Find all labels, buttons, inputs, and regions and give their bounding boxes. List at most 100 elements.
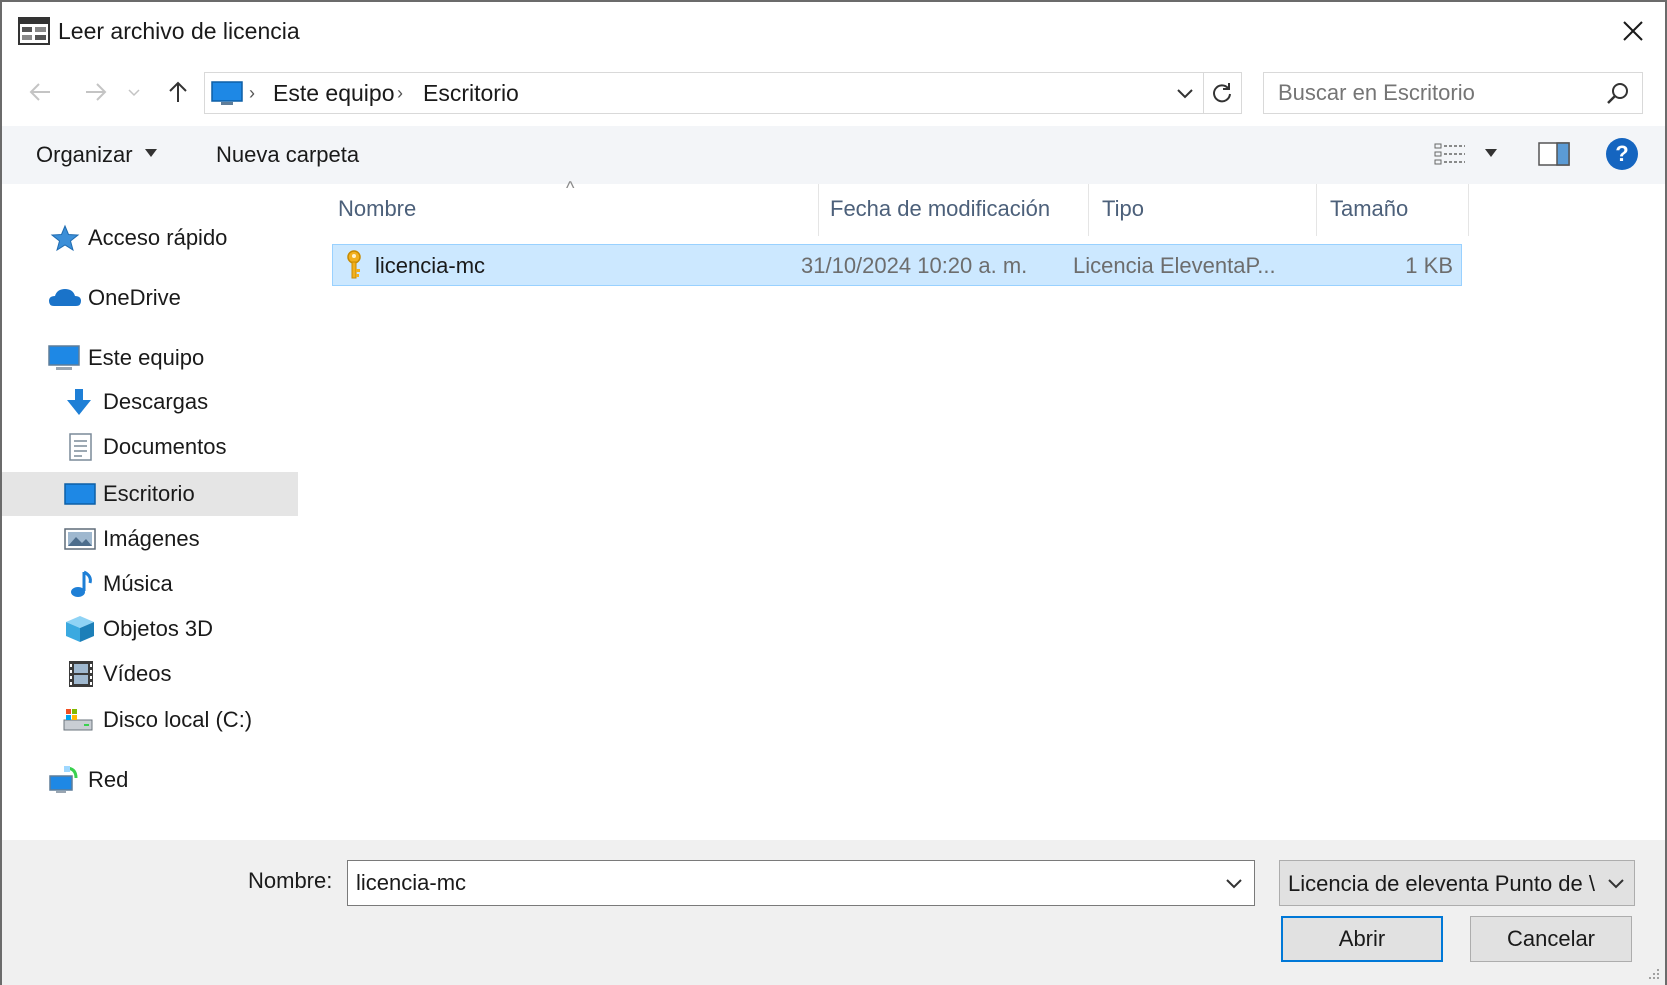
sidebar-item-imagenes[interactable]: Imágenes bbox=[2, 517, 298, 561]
sidebar-item-red[interactable]: Red bbox=[2, 758, 298, 802]
file-type: Licencia EleventaP... bbox=[1073, 253, 1276, 278]
arrow-left-icon bbox=[29, 83, 50, 101]
window-title: Leer archivo de licencia bbox=[58, 18, 300, 44]
sidebar-item-label: Imágenes bbox=[103, 526, 200, 551]
drive-icon bbox=[63, 709, 93, 731]
sidebar-item-onedrive[interactable]: OneDrive bbox=[2, 276, 298, 320]
key-icon bbox=[347, 250, 361, 279]
desktop-icon bbox=[64, 483, 96, 505]
search-input[interactable] bbox=[1264, 73, 1594, 113]
sidebar-item-label: Descargas bbox=[103, 389, 209, 414]
open-button[interactable]: Abrir bbox=[1281, 916, 1443, 962]
address-bar[interactable]: › Este equipo › Escritorio bbox=[204, 72, 1204, 114]
sidebar-item-label: Música bbox=[103, 571, 173, 596]
forward-button[interactable] bbox=[78, 74, 114, 110]
column-header-fecha[interactable]: Fecha de modificación bbox=[830, 196, 1050, 222]
search-icon[interactable] bbox=[1606, 82, 1630, 106]
organize-label: Organizar bbox=[36, 142, 133, 167]
help-icon: ? bbox=[1615, 141, 1629, 166]
new-folder-button[interactable]: Nueva carpeta bbox=[216, 142, 359, 168]
search-box[interactable] bbox=[1263, 72, 1643, 114]
chevron-down-icon[interactable] bbox=[1175, 83, 1195, 103]
navigation-bar: › Este equipo › Escritorio bbox=[2, 64, 1665, 122]
cancel-button[interactable]: Cancelar bbox=[1470, 916, 1632, 962]
caret-down-icon[interactable] bbox=[1484, 148, 1498, 158]
sidebar-item-videos[interactable]: Vídeos bbox=[2, 652, 298, 696]
sidebar-item-escritorio[interactable]: Escritorio bbox=[2, 472, 298, 516]
table-row[interactable]: licencia-mc 31/10/2024 10:20 a. m. Licen… bbox=[332, 244, 1462, 286]
sidebar-item-label: Disco local (C:) bbox=[103, 707, 253, 732]
sidebar-item-label: Objetos 3D bbox=[103, 616, 214, 641]
column-header-tamano[interactable]: Tamaño bbox=[1330, 196, 1408, 222]
filename-input[interactable] bbox=[348, 861, 1208, 905]
back-button[interactable] bbox=[22, 74, 58, 110]
breadcrumb-escritorio[interactable]: Escritorio bbox=[423, 80, 519, 107]
title-bar: Leer archivo de licencia bbox=[2, 2, 1665, 60]
star-icon bbox=[50, 224, 80, 252]
sidebar-item-descargas[interactable]: Descargas bbox=[2, 380, 298, 424]
music-icon bbox=[71, 570, 92, 597]
document-icon bbox=[69, 433, 92, 461]
sidebar-item-objetos-3d[interactable]: Objetos 3D bbox=[2, 607, 298, 651]
file-open-dialog: Leer archivo de licencia › Este equipo ›… bbox=[0, 0, 1667, 985]
sidebar-item-este-equipo[interactable]: Este equipo bbox=[2, 336, 298, 380]
breadcrumb-separator: › bbox=[397, 83, 403, 103]
sidebar-item-label: Documentos bbox=[103, 434, 227, 459]
sidebar-item-label: Escritorio bbox=[103, 481, 195, 506]
arrow-up-icon bbox=[169, 81, 187, 102]
preview-pane-icon[interactable] bbox=[1538, 140, 1570, 168]
up-button[interactable] bbox=[160, 74, 196, 110]
computer-icon bbox=[48, 345, 80, 370]
chevron-down-icon bbox=[128, 89, 140, 97]
column-header-tipo[interactable]: Tipo bbox=[1102, 196, 1144, 222]
sidebar-item-label: Acceso rápido bbox=[88, 225, 228, 250]
column-divider[interactable] bbox=[1468, 184, 1469, 236]
column-divider[interactable] bbox=[1316, 184, 1317, 236]
filename-combobox[interactable] bbox=[347, 860, 1255, 906]
filetype-select[interactable]: Licencia de eleventa Punto de \ bbox=[1279, 860, 1635, 906]
command-bar: Organizar Nueva carpeta ? bbox=[2, 126, 1665, 184]
sort-ascending-icon: ^ bbox=[566, 178, 575, 198]
chevron-down-icon bbox=[1608, 879, 1624, 889]
breadcrumb-separator: › bbox=[249, 83, 255, 103]
sidebar-item-musica[interactable]: Música bbox=[2, 562, 298, 606]
sidebar-item-label: Red bbox=[88, 767, 129, 792]
navigation-pane: Acceso rápido OneDrive Este equipo Desca… bbox=[2, 190, 298, 835]
network-icon bbox=[49, 766, 78, 793]
column-header-nombre[interactable]: Nombre bbox=[338, 196, 416, 222]
file-modified: 31/10/2024 10:20 a. m. bbox=[801, 253, 1028, 278]
file-list: ^ Nombre Fecha de modificación Tipo Tama… bbox=[324, 178, 1664, 834]
sidebar-item-acceso-rapido[interactable]: Acceso rápido bbox=[2, 216, 298, 260]
recent-locations-button[interactable] bbox=[122, 74, 146, 110]
refresh-icon bbox=[1212, 83, 1231, 103]
close-icon bbox=[1623, 21, 1643, 41]
arrow-right-icon bbox=[86, 83, 107, 101]
chevron-down-icon[interactable] bbox=[1224, 873, 1244, 893]
app-icon bbox=[18, 17, 50, 45]
filename-label: Nombre: bbox=[248, 868, 333, 893]
breadcrumb-este-equipo[interactable]: Este equipo bbox=[273, 80, 394, 107]
view-details-icon[interactable] bbox=[1434, 142, 1466, 166]
refresh-button[interactable] bbox=[1202, 72, 1242, 114]
filetype-value: Licencia de eleventa Punto de \ bbox=[1288, 871, 1596, 896]
help-button[interactable]: ? bbox=[1606, 138, 1638, 170]
download-icon bbox=[67, 389, 91, 415]
sidebar-item-label: Este equipo bbox=[88, 345, 205, 370]
video-icon bbox=[69, 661, 93, 687]
file-size: 1 KB bbox=[1405, 253, 1453, 278]
column-divider[interactable] bbox=[818, 184, 819, 236]
column-divider[interactable] bbox=[1088, 184, 1089, 236]
organize-button[interactable]: Organizar bbox=[36, 142, 133, 168]
dialog-footer: Nombre: Licencia de eleventa Punto de \ … bbox=[2, 840, 1665, 985]
computer-icon bbox=[211, 81, 243, 105]
sidebar-item-label: Vídeos bbox=[103, 661, 172, 686]
cloud-icon bbox=[49, 289, 81, 306]
close-button[interactable] bbox=[1601, 2, 1665, 60]
caret-down-icon[interactable] bbox=[144, 148, 158, 158]
pictures-icon bbox=[64, 528, 96, 550]
sidebar-item-disco-local[interactable]: Disco local (C:) bbox=[2, 698, 298, 742]
resize-grip-icon[interactable] bbox=[1645, 965, 1661, 981]
sidebar-item-documentos[interactable]: Documentos bbox=[2, 425, 298, 469]
cube-icon bbox=[66, 616, 94, 642]
file-name: licencia-mc bbox=[375, 253, 486, 278]
